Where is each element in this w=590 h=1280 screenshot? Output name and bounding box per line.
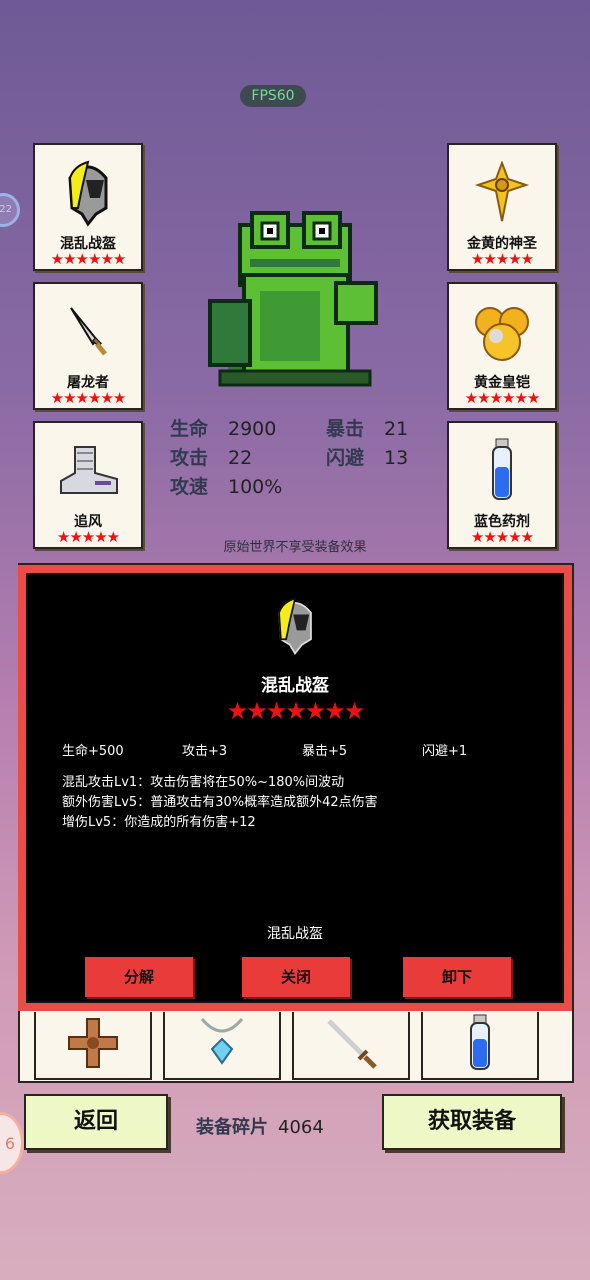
dagger-icon (35, 292, 141, 372)
equip-slot-armor[interactable]: 黄金皇铠 ★★★★★★ (447, 282, 557, 410)
sword-icon (323, 1015, 379, 1075)
golden-cross-icon (449, 153, 555, 233)
shards-count: 4064 (278, 1117, 324, 1138)
stat-dodge: 闪避 13 (326, 447, 409, 469)
popup-subtitle: 混乱战盔 (267, 926, 323, 942)
star-rating: ★★★★★★ (464, 389, 541, 407)
fps-counter: FPS60 (240, 85, 306, 107)
equip-slot-weapon[interactable]: 屠龙者 ★★★★★★ (33, 282, 143, 410)
equip-slot-amulet[interactable]: 金黄的神圣 ★★★★★ (447, 143, 557, 271)
crystal-necklace-icon (194, 1015, 250, 1075)
stat-hp: 生命 2900 (170, 418, 277, 440)
popup-attributes: 生命+500 攻击+3 暴击+5 闪避+1 (62, 740, 542, 759)
star-rating: ★★★★★★ (50, 250, 127, 268)
attr-dodge: 闪避+1 (422, 744, 468, 759)
inventory-item[interactable] (421, 1012, 539, 1080)
star-rating: ★★★★★★ (50, 389, 127, 407)
item-detail-popup: 混乱战盔 ★★★★★★★ 生命+500 攻击+3 暴击+5 闪避+1 混乱攻击L… (18, 565, 572, 1011)
decompose-button[interactable]: 分解 (85, 957, 193, 997)
stat-speed: 攻速 100% (170, 476, 283, 498)
get-equipment-button[interactable]: 获取装备 (382, 1094, 562, 1150)
helmet-icon (35, 153, 141, 233)
attr-hp: 生命+500 (62, 744, 124, 759)
inventory-item[interactable] (163, 1012, 281, 1080)
potion-icon (465, 1013, 495, 1077)
attr-atk: 攻击+3 (182, 744, 228, 759)
skill-line: 额外伤害Lv5：普通攻击有30%概率造成额外42点伤害 (62, 795, 378, 810)
equipment-shards: 装备碎片 4064 (196, 1117, 324, 1138)
popup-skills: 混乱攻击Lv1：攻击伤害将在50%~180%间波动 额外伤害Lv5：普通攻击有3… (62, 773, 542, 833)
stat-atk: 攻击 22 (170, 447, 253, 469)
inventory-item[interactable] (292, 1012, 410, 1080)
skill-line: 增伤Lv5：你造成的所有伤害+12 (62, 815, 256, 830)
equip-slot-boots[interactable]: 追风 ★★★★★ (33, 421, 143, 549)
star-rating: ★★★★★ (470, 250, 534, 268)
equipment-note: 原始世界不享受装备效果 (223, 540, 367, 555)
popup-star-rating: ★★★★★★★ (226, 697, 366, 725)
boot-icon (35, 431, 141, 511)
floating-side-button-2[interactable]: 6 (0, 1112, 24, 1174)
stat-crit: 暴击 21 (326, 418, 409, 440)
skill-line: 混乱攻击Lv1：攻击伤害将在50%~180%间波动 (62, 775, 345, 790)
close-button[interactable]: 关闭 (242, 957, 350, 997)
golden-armor-icon (449, 292, 555, 372)
equip-slot-helmet[interactable]: 混乱战盔 ★★★★★★ (33, 143, 143, 271)
unequip-button[interactable]: 卸下 (403, 957, 511, 997)
popup-title: 混乱战盔 (261, 676, 329, 696)
attr-crit: 暴击+5 (302, 744, 348, 759)
helmet-icon (28, 595, 562, 657)
back-button[interactable]: 返回 (24, 1094, 168, 1150)
popup-body: 混乱战盔 ★★★★★★★ 生命+500 攻击+3 暴击+5 闪避+1 混乱攻击L… (26, 573, 564, 1003)
equip-slot-potion[interactable]: 蓝色药剂 ★★★★★ (447, 421, 557, 549)
bronze-cross-icon (65, 1015, 121, 1075)
floating-side-button[interactable]: 22 (0, 193, 20, 227)
frog-character (200, 205, 390, 390)
inventory-item[interactable] (34, 1012, 152, 1080)
blue-potion-icon (449, 431, 555, 511)
